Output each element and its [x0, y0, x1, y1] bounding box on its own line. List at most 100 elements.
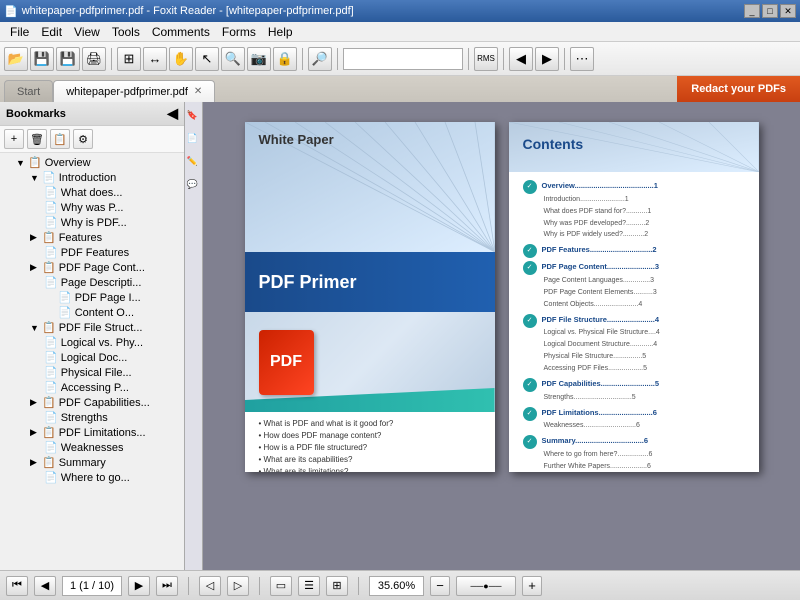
pages-container: White Paper PDF Primer PDF • W: [203, 102, 800, 492]
toc-section-summary: ✓ Summary...............................…: [523, 435, 745, 472]
toc-sub-wherefrom: Where to go from here?................6: [542, 449, 745, 461]
save-button[interactable]: 💾: [30, 47, 54, 71]
tree-item-pdffeatures[interactable]: 📄 PDF Features: [2, 245, 182, 260]
toc-section-pagecontent: ✓ PDF Page Content......................…: [523, 261, 745, 310]
zoom-out-button[interactable]: −: [430, 576, 450, 596]
bullet-3: • How is a PDF file structured?: [259, 442, 481, 454]
sidebar-toggle[interactable]: ◀: [167, 105, 178, 122]
fit-page-button[interactable]: ⊞: [117, 47, 141, 71]
redact-button[interactable]: Redact your PDFs: [677, 76, 800, 102]
toc-heading-cap: PDF Capabilities........................…: [542, 378, 745, 391]
tree-item-introduction[interactable]: ▼ 📄 Introduction: [2, 170, 182, 185]
prev-page-button[interactable]: ◀: [34, 576, 56, 596]
save-as-button[interactable]: 💾: [56, 47, 80, 71]
search-button[interactable]: 🔎: [308, 47, 332, 71]
tree-item-pdfpagei[interactable]: 📄 PDF Page I...: [2, 290, 182, 305]
tabbar: Start whitepaper-pdfprimer.pdf ✕ Redact …: [0, 76, 800, 102]
tree-item-weaknesses[interactable]: 📄 Weaknesses: [2, 440, 182, 455]
pages-icon[interactable]: 📄: [188, 129, 200, 146]
toc-icon-cap: ✓: [523, 378, 537, 392]
minimize-button[interactable]: _: [744, 4, 760, 18]
tree-item-pdfcap[interactable]: ▶ 📋 PDF Capabilities...: [2, 395, 182, 410]
fit-width-button[interactable]: ↔: [143, 47, 167, 71]
status-sep2: [259, 577, 260, 595]
tree-item-whatdoes[interactable]: 📄 What does...: [2, 185, 182, 200]
sidebar-header: Bookmarks ◀: [0, 102, 184, 126]
nav-back-button[interactable]: ◁: [199, 576, 221, 596]
page2-toc-title: Contents: [523, 136, 584, 152]
tree-item-pdflim[interactable]: ▶ 📋 PDF Limitations...: [2, 425, 182, 440]
tree-item-logicalphy[interactable]: 📄 Logical vs. Phy...: [2, 335, 182, 350]
more-button[interactable]: ⋯: [570, 47, 594, 71]
snapshot-button[interactable]: 📷: [247, 47, 271, 71]
first-page-button[interactable]: ⏮: [6, 576, 28, 596]
toc-section-cap: ✓ PDF Capabilities......................…: [523, 378, 745, 404]
window-controls[interactable]: _ □ ✕: [744, 4, 796, 18]
zoom-in-tool-button[interactable]: 🔍: [221, 47, 245, 71]
tree-item-accessing[interactable]: 📄 Accessing P...: [2, 380, 182, 395]
chat-icon[interactable]: 💬: [188, 175, 200, 192]
tree-item-strengths[interactable]: 📄 Strengths: [2, 410, 182, 425]
tree-item-whyis[interactable]: 📄 Why is PDF...: [2, 215, 182, 230]
search-input[interactable]: [343, 48, 463, 70]
last-page-button[interactable]: ⏭: [156, 576, 178, 596]
tree-item-features[interactable]: ▶ 📋 Features: [2, 230, 182, 245]
single-page-button[interactable]: ▭: [270, 576, 292, 596]
nav-prev-button[interactable]: ◀: [509, 47, 533, 71]
print-button[interactable]: 🖨: [82, 47, 106, 71]
tab-start[interactable]: Start: [4, 80, 53, 102]
zoom-in-button[interactable]: +: [522, 576, 542, 596]
nav-next-button[interactable]: ▶: [535, 47, 559, 71]
bookmarks-icon[interactable]: 🔖: [188, 106, 200, 123]
tab-close-button[interactable]: ✕: [194, 86, 202, 97]
tree-item-summary[interactable]: ▶ 📋 Summary: [2, 455, 182, 470]
tab-document[interactable]: whitepaper-pdfprimer.pdf ✕: [53, 80, 215, 102]
tree-item-pagedescr[interactable]: 📄 Page Descripti...: [2, 275, 182, 290]
zoom-level-input[interactable]: [369, 576, 424, 596]
bullet-2: • How does PDF manage content?: [259, 430, 481, 442]
bookmark-delete-button[interactable]: 🗑: [27, 129, 47, 149]
nav-forward-button[interactable]: ▷: [227, 576, 249, 596]
bookmark-options-button[interactable]: ⚙: [73, 129, 93, 149]
tree-item-wheretogo[interactable]: 📄 Where to go...: [2, 470, 182, 485]
menu-help[interactable]: Help: [262, 23, 299, 41]
select-button[interactable]: ↖: [195, 47, 219, 71]
document-area[interactable]: White Paper PDF Primer PDF • W: [203, 102, 800, 570]
maximize-button[interactable]: □: [762, 4, 778, 18]
open-button[interactable]: 📂: [4, 47, 28, 71]
tree-item-pdfpagecontent[interactable]: ▶ 📋 PDF Page Cont...: [2, 260, 182, 275]
continuous-button[interactable]: ☰: [298, 576, 320, 596]
two-page-button[interactable]: ⊞: [326, 576, 348, 596]
rms-button[interactable]: RMS: [474, 47, 498, 71]
annot-icon[interactable]: ✏️: [188, 152, 200, 169]
bookmark-expand-button[interactable]: 📋: [50, 129, 70, 149]
zoom-slider[interactable]: ──●──: [456, 576, 516, 596]
menu-view[interactable]: View: [68, 23, 106, 41]
menu-edit[interactable]: Edit: [35, 23, 68, 41]
toc-section-lim: ✓ PDF Limitations.......................…: [523, 407, 745, 433]
tree-item-logicaldoc[interactable]: 📄 Logical Doc...: [2, 350, 182, 365]
tab-doc-label: whitepaper-pdfprimer.pdf: [66, 86, 188, 98]
close-button[interactable]: ✕: [780, 4, 796, 18]
next-page-button[interactable]: ▶: [128, 576, 150, 596]
tree-item-overview[interactable]: ▼ 📋 Overview: [2, 155, 182, 170]
menu-forms[interactable]: Forms: [216, 23, 262, 41]
tree-item-contento[interactable]: 📄 Content O...: [2, 305, 182, 320]
tree-item-physicalfile[interactable]: 📄 Physical File...: [2, 365, 182, 380]
bookmark-add-button[interactable]: +: [4, 129, 24, 149]
tree-item-pdffilestruct[interactable]: ▼ 📋 PDF File Struct...: [2, 320, 182, 335]
menu-comments[interactable]: Comments: [146, 23, 216, 41]
toc-icon-pagecontent: ✓: [523, 261, 537, 275]
status-sep1: [188, 577, 189, 595]
bullet-4: • What are its capabilities?: [259, 454, 481, 466]
tree-item-whywas[interactable]: 📄 Why was P...: [2, 200, 182, 215]
redact-label: Redact your PDFs: [691, 83, 786, 95]
menu-file[interactable]: File: [4, 23, 35, 41]
toc-sub-whatdoes: What does PDF stand for?...........1: [542, 206, 745, 218]
toc-sub-logphy: Logical vs. Physical File Structure....4: [542, 327, 745, 339]
page-number-input[interactable]: [62, 576, 122, 596]
toc-icon-lim: ✓: [523, 407, 537, 421]
hand-tool-button[interactable]: ✋: [169, 47, 193, 71]
menu-tools[interactable]: Tools: [106, 23, 146, 41]
lock-button[interactable]: 🔒: [273, 47, 297, 71]
